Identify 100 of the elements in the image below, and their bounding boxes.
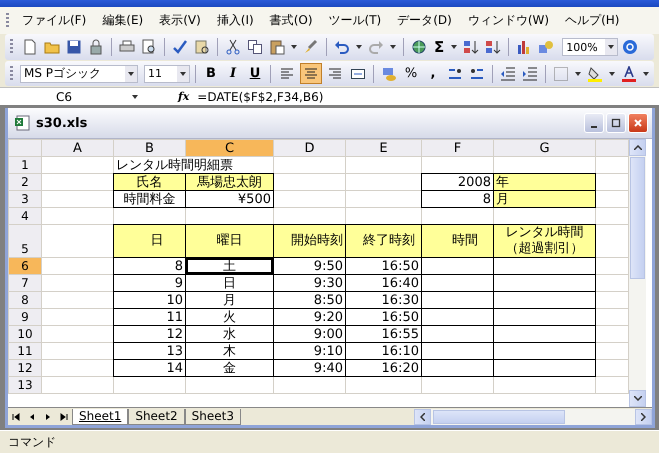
table-cell: 16:40 — [346, 274, 422, 292]
lock-icon[interactable] — [88, 39, 104, 55]
row-header[interactable]: 10 — [8, 326, 42, 342]
column-header[interactable]: D — [274, 140, 346, 156]
sort-descending-icon[interactable] — [485, 39, 502, 55]
percent-button[interactable]: % — [401, 64, 421, 84]
menu-item[interactable]: ウィンドウ(W) — [460, 10, 558, 31]
row-header[interactable]: 13 — [8, 376, 42, 394]
horizontal-scrollbar[interactable] — [414, 408, 652, 424]
clipboard-icon[interactable] — [269, 39, 285, 55]
column-header[interactable]: B — [114, 140, 186, 156]
column-header[interactable]: F — [422, 140, 494, 156]
formula-field[interactable]: =DATE($F$2,F34,B6) — [197, 90, 324, 104]
row-header[interactable]: 12 — [8, 360, 42, 376]
row-header[interactable]: 8 — [8, 292, 42, 308]
document-icon[interactable] — [22, 39, 38, 55]
help-icon[interactable] — [622, 39, 638, 55]
row-header[interactable]: 9 — [8, 308, 42, 326]
column-header[interactable]: A — [42, 140, 114, 156]
first-sheet-icon[interactable] — [12, 412, 20, 420]
table-cell: 8 — [422, 190, 494, 208]
autosum-button[interactable]: Σ — [431, 38, 448, 56]
name-box[interactable]: C6 — [0, 90, 128, 104]
underline-button[interactable]: U — [245, 64, 265, 84]
menu-item[interactable]: ヘルプ(H) — [557, 10, 628, 31]
column-header[interactable]: G — [494, 140, 596, 156]
row-header[interactable]: 1 — [8, 156, 42, 174]
font-size-dropdown[interactable]: 11 — [144, 64, 190, 82]
row-header[interactable]: 4 — [8, 208, 42, 224]
table-cell: 16:10 — [346, 342, 422, 360]
chevron-right-icon[interactable] — [641, 412, 646, 420]
insert-function-button[interactable]: fx — [178, 90, 190, 103]
chevron-up-icon[interactable] — [634, 145, 642, 150]
next-sheet-icon[interactable] — [44, 412, 52, 420]
comma-button[interactable]: , — [423, 64, 443, 84]
row-header[interactable]: 6 — [8, 258, 42, 274]
table-cell: 月 — [186, 292, 274, 308]
caret-icon[interactable] — [451, 45, 458, 49]
sheet-tab[interactable]: Sheet2 — [128, 408, 185, 424]
copy-icon[interactable] — [247, 39, 263, 55]
menu-item[interactable]: 編集(E) — [94, 10, 152, 31]
minimize-button[interactable] — [584, 113, 604, 133]
previous-sheet-icon[interactable] — [28, 412, 36, 420]
sheet-tab[interactable]: Sheet1 — [72, 408, 128, 424]
column-header[interactable]: C — [186, 140, 274, 156]
fill-bucket-icon[interactable] — [587, 66, 603, 82]
row-header[interactable]: 2 — [8, 174, 42, 190]
zoom-dropdown[interactable]: 100% — [562, 38, 618, 56]
chevron-down-icon[interactable] — [634, 396, 642, 401]
caret-icon[interactable] — [643, 72, 649, 76]
caret-icon[interactable] — [390, 45, 396, 49]
align-center-button[interactable] — [300, 63, 322, 84]
caret-icon[interactable] — [128, 72, 134, 76]
font-dropdown[interactable]: MS Pゴシック — [20, 64, 138, 82]
scissors-icon[interactable] — [225, 39, 241, 55]
table-cell: 日 — [186, 274, 274, 292]
align-center-icon — [304, 68, 318, 80]
decrease-indent-icon[interactable] — [500, 66, 516, 82]
caret-icon[interactable] — [132, 94, 138, 98]
shapes-icon[interactable] — [538, 39, 554, 55]
table-cell: 12 — [114, 326, 186, 342]
increase-indent-icon[interactable] — [522, 66, 538, 82]
table-cell: 終了時刻 — [346, 224, 422, 258]
spreadsheet-file-icon — [14, 115, 30, 131]
close-button[interactable] — [628, 113, 648, 133]
sheet-tab[interactable]: Sheet3 — [184, 408, 241, 424]
sort-ascending-icon[interactable] — [463, 39, 480, 55]
brush-icon[interactable] — [303, 39, 319, 55]
vertical-scrollbar[interactable] — [629, 139, 646, 407]
font-color-icon[interactable] — [621, 66, 637, 82]
chevron-left-icon[interactable] — [420, 412, 425, 420]
column-header[interactable]: E — [346, 140, 422, 156]
menu-item[interactable]: 挿入(I) — [208, 10, 262, 31]
bold-button[interactable]: B — [201, 64, 221, 84]
magnifier-icon[interactable] — [141, 39, 157, 55]
menu-item[interactable]: データ(D) — [389, 10, 460, 31]
checkmark-icon[interactable] — [172, 39, 188, 55]
row-header[interactable]: 3 — [8, 190, 42, 208]
italic-button[interactable]: I — [223, 64, 243, 84]
caret-icon[interactable] — [575, 72, 581, 76]
last-sheet-icon[interactable] — [60, 412, 68, 420]
close-icon — [633, 118, 643, 128]
caret-icon[interactable] — [609, 72, 615, 76]
caret-icon[interactable] — [356, 45, 362, 49]
table-cell: 開始時刻 — [274, 224, 346, 258]
row-header[interactable]: 11 — [8, 342, 42, 360]
maximize-button[interactable] — [606, 113, 626, 133]
undo-icon[interactable] — [334, 39, 350, 55]
menu-item[interactable]: 書式(O) — [262, 10, 321, 31]
caret-icon[interactable] — [291, 45, 297, 49]
borders-icon[interactable] — [553, 66, 569, 82]
row-header[interactable]: 5 — [8, 224, 42, 258]
menu-item[interactable]: 表示(V) — [151, 10, 209, 31]
globe-icon[interactable] — [411, 39, 427, 55]
menu-item[interactable]: ツール(T) — [320, 10, 390, 31]
menu-item[interactable]: ファイル(F) — [14, 10, 94, 31]
window-title: s30.xls — [36, 116, 88, 130]
row-header[interactable]: 7 — [8, 274, 42, 292]
caret-icon[interactable] — [608, 45, 614, 49]
caret-icon[interactable] — [180, 72, 186, 76]
